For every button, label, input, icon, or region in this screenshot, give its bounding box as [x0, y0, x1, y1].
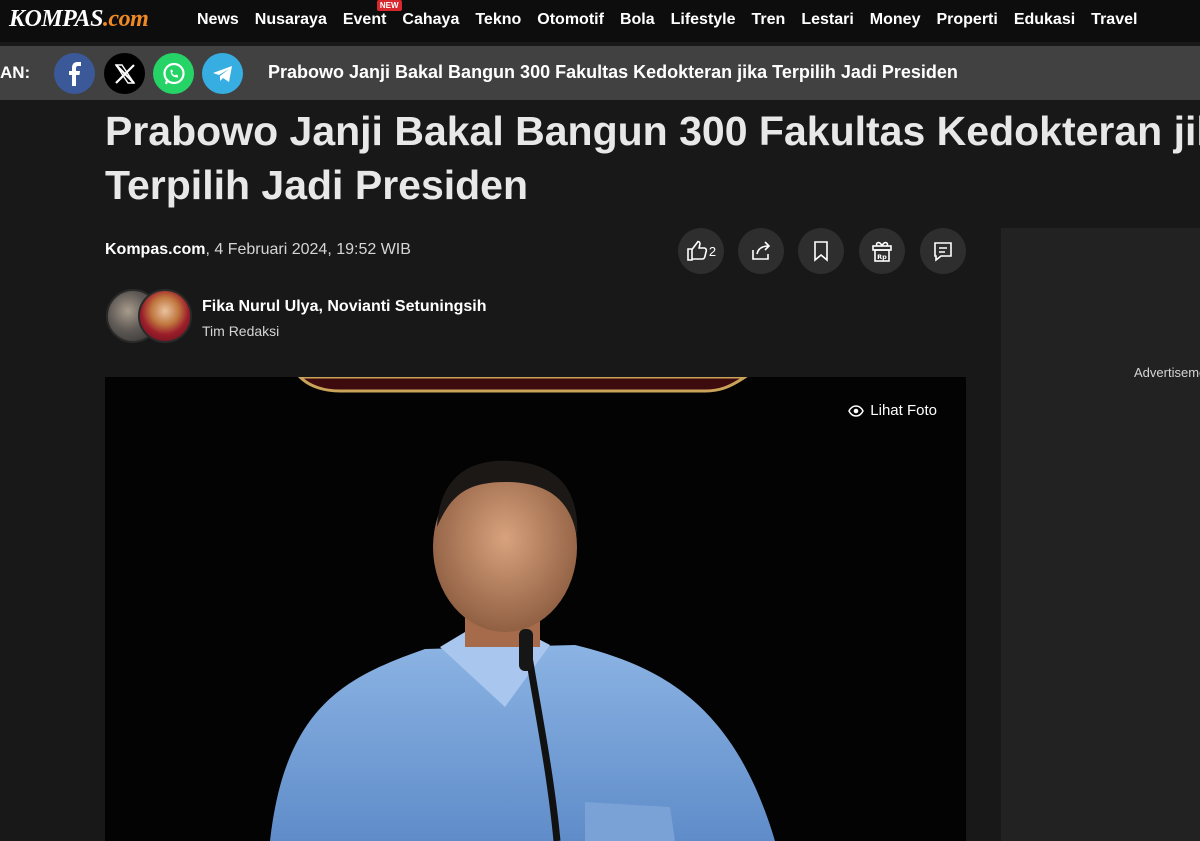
comment-icon — [934, 242, 952, 262]
nav-item-travel[interactable]: Travel — [1091, 11, 1137, 29]
x-icon — [114, 63, 135, 84]
team-label: Tim Redaksi — [202, 323, 280, 339]
headline-line-1: Prabowo Janji Bakal Bangun 300 Fakultas … — [105, 108, 1200, 154]
article-headline: Prabowo Janji Bakal Bangun 300 Fakultas … — [105, 104, 1200, 214]
share-icon — [752, 241, 771, 260]
telegram-icon — [212, 65, 232, 82]
article-date: , 4 Februari 2024, 19:52 WIB — [205, 241, 411, 258]
whatsapp-share-button[interactable] — [153, 53, 194, 94]
kompas-logo[interactable]: KOMPAS.com — [9, 6, 149, 33]
share-prefix: AN: — [0, 63, 31, 82]
nav-item-bola[interactable]: Bola — [620, 11, 655, 29]
gift-rp-icon: Rp — [872, 241, 892, 262]
facebook-share-button[interactable] — [54, 53, 95, 94]
like-count: 2 — [708, 243, 717, 259]
nav-item-nusaraya[interactable]: Nusaraya — [255, 11, 327, 29]
nav-item-properti[interactable]: Properti — [936, 11, 997, 29]
article-source[interactable]: Kompas.com — [105, 241, 205, 258]
top-navigation: KOMPAS.com News Nusaraya Event NEW Cahaya… — [0, 0, 1200, 42]
nav-item-cahaya[interactable]: Cahaya — [402, 11, 459, 29]
whatsapp-icon — [162, 62, 185, 84]
ad-label: Advertisement — [1134, 365, 1200, 380]
nav-links: News Nusaraya Event NEW Cahaya Tekno Otom… — [197, 0, 1153, 29]
bookmark-icon — [814, 241, 828, 262]
author-avatar-2[interactable] — [138, 289, 192, 343]
svg-text:Rp: Rp — [877, 253, 887, 261]
view-photo-link[interactable]: Lihat Foto — [848, 402, 937, 419]
share-bar: AN: Prabowo Janji Bakal Bangun 300 Fakul… — [0, 46, 1200, 100]
nav-item-tren[interactable]: Tren — [752, 11, 786, 29]
facebook-icon — [68, 61, 81, 86]
nav-item-lestari[interactable]: Lestari — [801, 11, 853, 29]
share-button[interactable] — [738, 228, 784, 274]
sidebar-ad: Advertisement — [1001, 228, 1200, 841]
photo-scene — [270, 377, 775, 841]
logo-text: KOMPAS — [9, 6, 103, 32]
nav-item-news[interactable]: News — [197, 11, 239, 29]
comment-button[interactable] — [920, 228, 966, 274]
author-names[interactable]: Fika Nurul Ulya, Novianti Setuningsih — [202, 298, 486, 316]
article-photo[interactable]: Lihat Foto — [105, 377, 966, 841]
nav-item-event[interactable]: Event NEW — [342, 0, 402, 29]
nav-item-edukasi[interactable]: Edukasi — [1014, 11, 1075, 29]
article-meta: Kompas.com, 4 Februari 2024, 19:52 WIB — [105, 241, 411, 259]
like-button[interactable]: 2 — [678, 228, 724, 274]
gift-button[interactable]: Rp — [859, 228, 905, 274]
nav-item-tekno[interactable]: Tekno — [475, 11, 521, 29]
thumbs-up-icon — [687, 240, 708, 261]
nav-item-lifestyle[interactable]: Lifestyle — [671, 11, 736, 29]
nav-item-event-label: Event — [342, 11, 387, 28]
eye-icon — [848, 404, 865, 417]
share-bar-title: Prabowo Janji Bakal Bangun 300 Fakultas … — [268, 62, 958, 82]
logo-suffix: .com — [102, 6, 149, 32]
nav-item-otomotif[interactable]: Otomotif — [537, 11, 604, 29]
bookmark-button[interactable] — [798, 228, 844, 274]
x-share-button[interactable] — [104, 53, 145, 94]
new-badge: NEW — [376, 0, 402, 11]
telegram-share-button[interactable] — [202, 53, 243, 94]
nav-item-money[interactable]: Money — [870, 11, 921, 29]
headline-line-2: Terpilih Jadi Presiden — [105, 162, 529, 208]
view-photo-label: Lihat Foto — [870, 402, 937, 419]
